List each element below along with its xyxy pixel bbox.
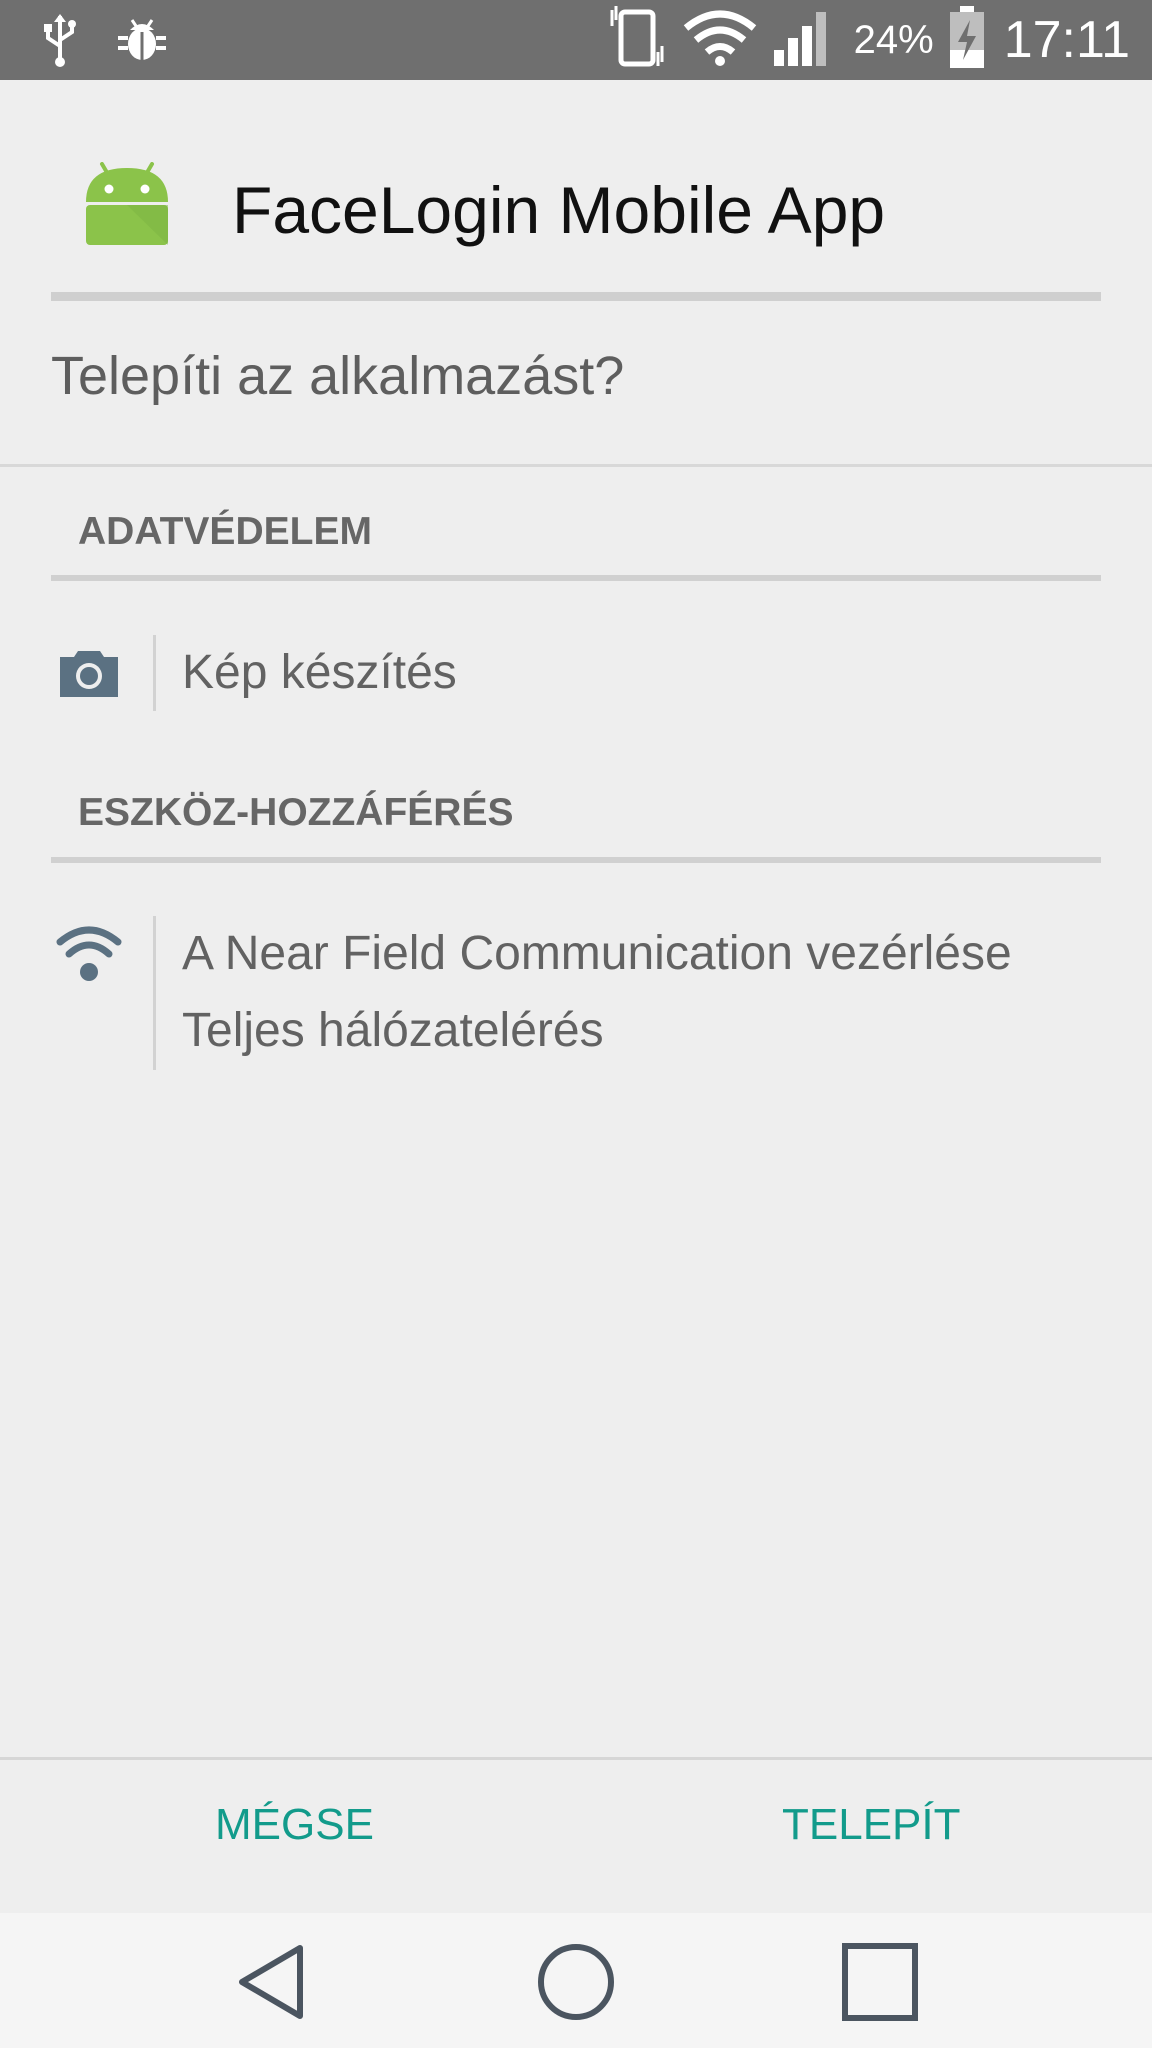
permission-item: Kép készítés [182, 646, 457, 699]
header-divider [51, 292, 1101, 301]
bug-icon [116, 16, 168, 69]
usb-icon [40, 12, 80, 73]
recents-icon[interactable] [835, 1937, 925, 2027]
clock: 17:11 [1003, 11, 1130, 69]
wifi-icon [682, 10, 758, 71]
signal-icon [772, 8, 836, 73]
app-title: FaceLogin Mobile App [232, 173, 886, 247]
section-divider-privacy [51, 575, 1101, 581]
question-divider [0, 464, 1152, 467]
camera-icon [60, 647, 118, 702]
home-icon[interactable] [531, 1937, 621, 2027]
permission-item: Teljes hálózatelérés [182, 1004, 604, 1057]
install-question: Telepíti az alkalmazást? [51, 346, 625, 406]
dialog-header: FaceLogin Mobile App [0, 80, 1152, 301]
vibrate-icon [606, 5, 668, 75]
permission-divider [153, 916, 156, 1070]
footer-divider [0, 1757, 1152, 1760]
wifi-icon [56, 924, 122, 987]
section-divider-device-access [51, 857, 1101, 863]
permission-item: A Near Field Communication vezérlése [182, 927, 1012, 980]
cancel-button[interactable]: MÉGSE [195, 1790, 394, 1860]
back-icon[interactable] [227, 1937, 317, 2027]
section-title-device-access: ESZKÖZ-HOZZÁFÉRÉS [78, 791, 514, 834]
install-button[interactable]: TELEPÍT [762, 1790, 981, 1860]
battery-charging-icon [948, 5, 986, 75]
battery-percent: 24% [853, 17, 934, 62]
navigation-bar [0, 1913, 1152, 2048]
status-bar: 24% 17:11 [0, 0, 1152, 80]
permission-divider [153, 635, 156, 711]
section-title-privacy: ADATVÉDELEM [78, 510, 372, 553]
android-icon [84, 162, 170, 253]
